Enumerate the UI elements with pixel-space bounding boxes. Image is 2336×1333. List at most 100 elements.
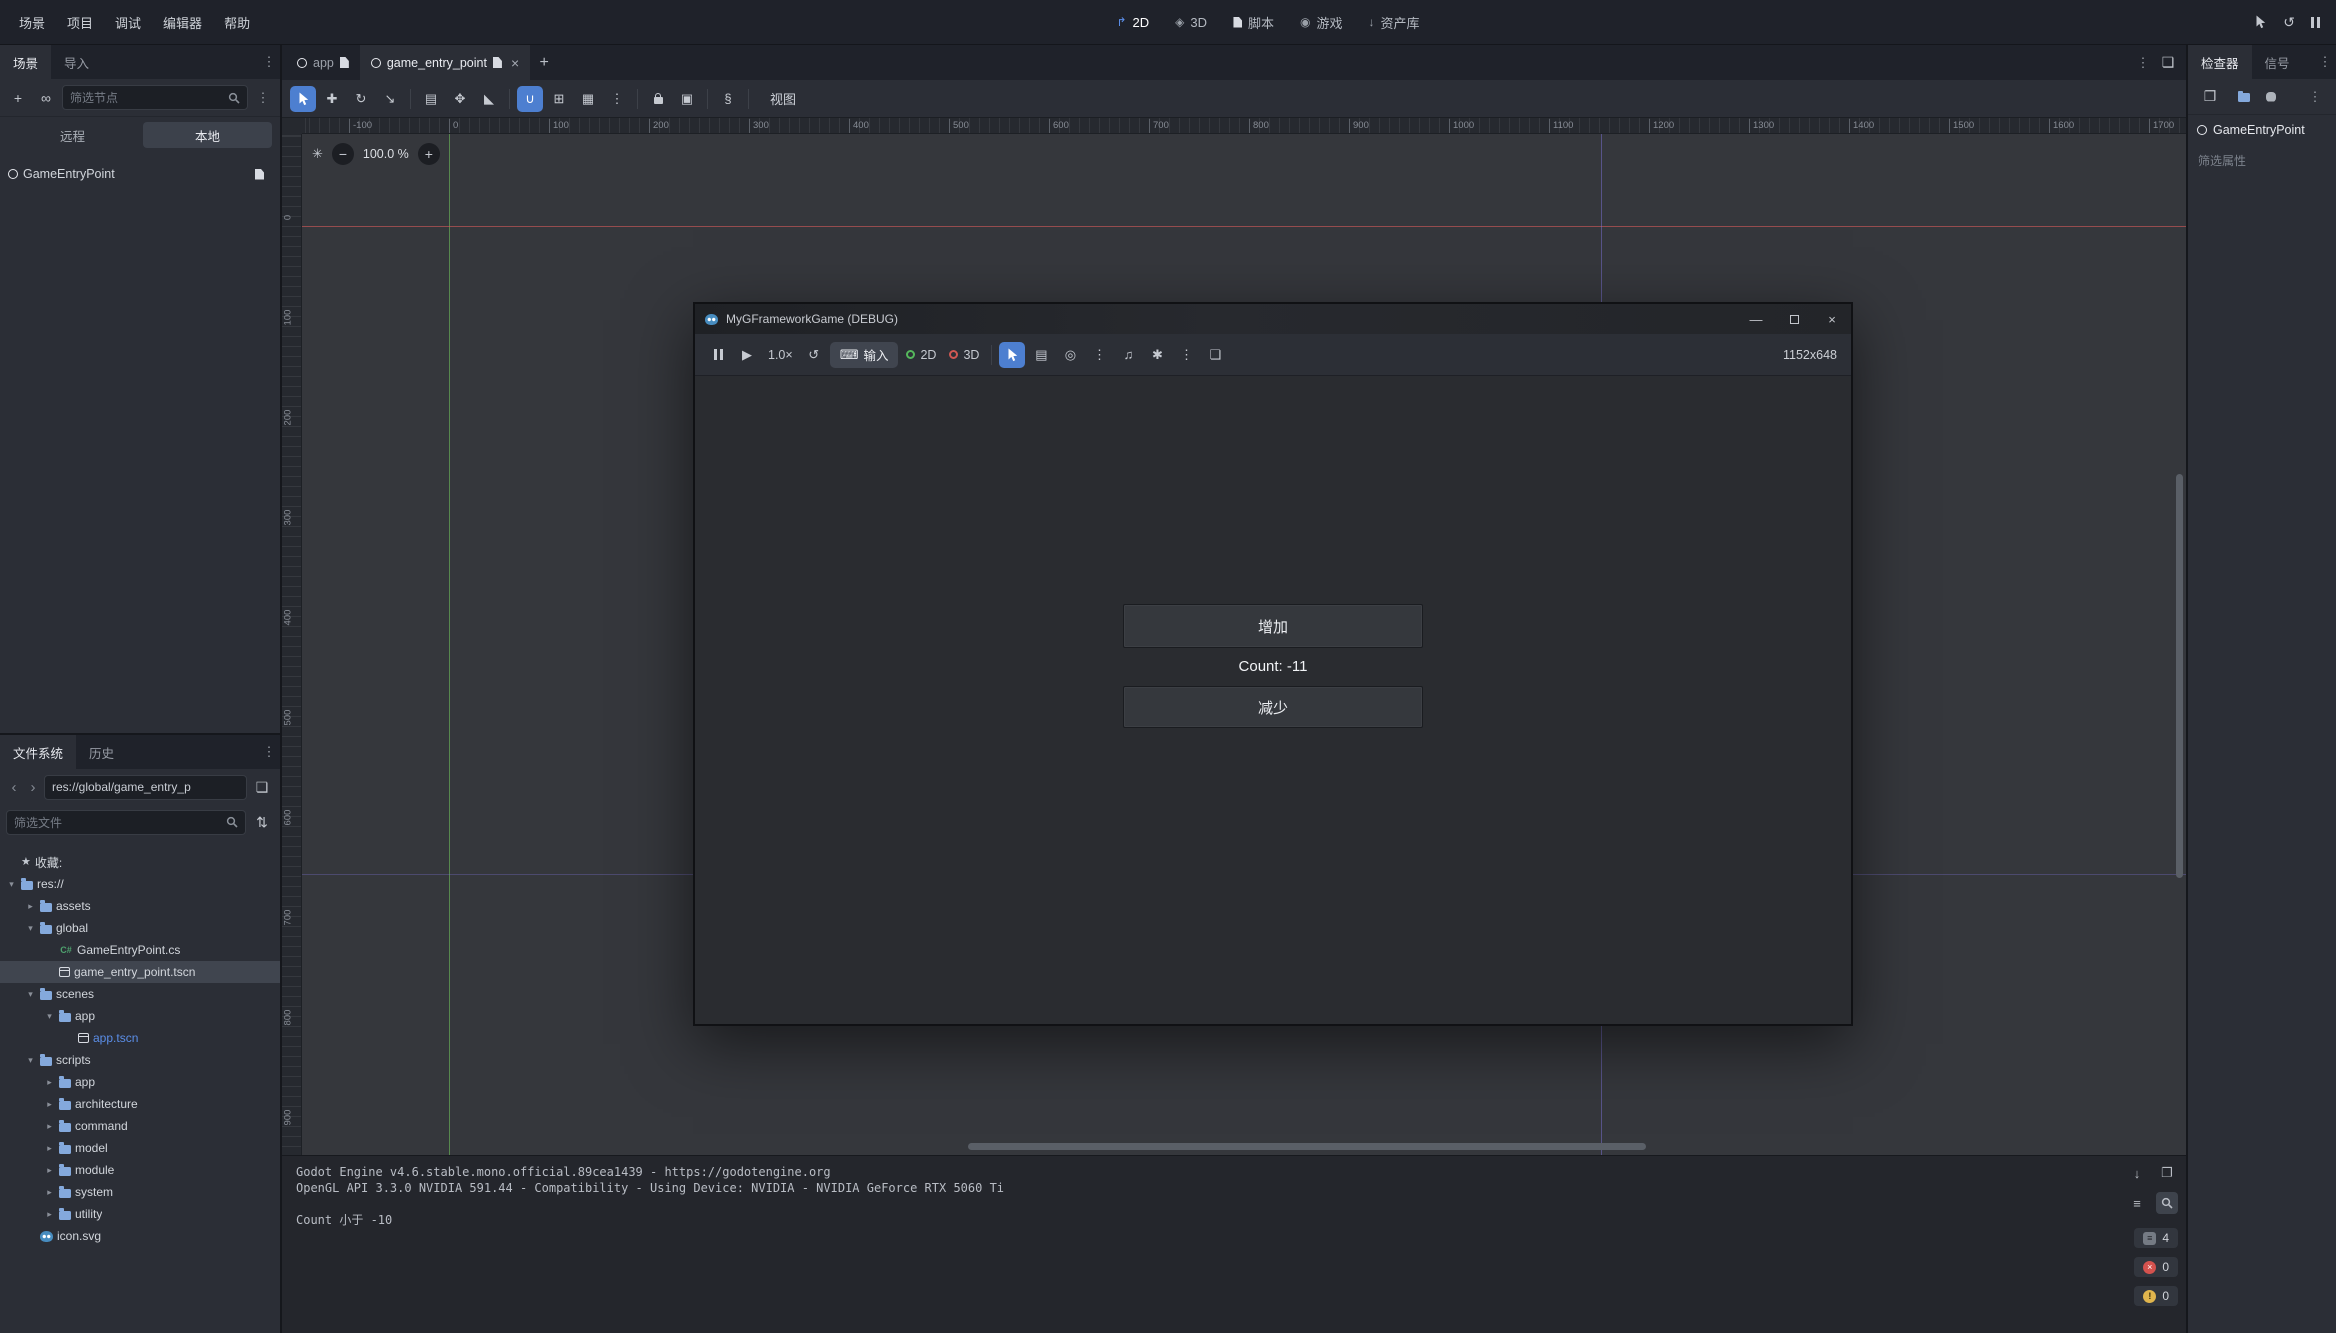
expand-icon[interactable]: ▸ <box>44 1077 55 1088</box>
file-item-assets[interactable]: ▸assets <box>0 895 280 917</box>
menu-项目[interactable]: 项目 <box>56 0 104 44</box>
vertical-scrollbar[interactable] <box>2176 474 2183 878</box>
collapse-icon[interactable]: ▾ <box>25 989 36 1000</box>
camera-menu-button[interactable]: ⋮ <box>1086 342 1112 368</box>
expand-icon[interactable]: ▸ <box>44 1121 55 1132</box>
attached-script-icon[interactable] <box>255 169 264 180</box>
zoom-in-button[interactable]: + <box>418 143 440 165</box>
camera-override-button[interactable]: ◎ <box>1057 342 1083 368</box>
file-item-command[interactable]: ▸command <box>0 1115 280 1137</box>
inspector-dock-menu-icon[interactable]: ⋮ <box>2314 45 2336 79</box>
view-menu-button[interactable]: 视图 <box>762 89 804 108</box>
filter-nodes-input[interactable]: 筛选节点 <box>62 85 248 110</box>
pan-tool[interactable]: ✥ <box>447 86 473 112</box>
skeleton-options-button[interactable]: § <box>715 86 741 112</box>
load-resource-icon[interactable] <box>2238 93 2250 102</box>
filesystem-tab-文件系统[interactable]: 文件系统 <box>0 735 76 769</box>
sort-files-icon[interactable]: ⇅ <box>250 810 274 834</box>
filesystem-tab-历史[interactable]: 历史 <box>76 735 127 769</box>
scale-tool[interactable]: ↘ <box>377 86 403 112</box>
expand-icon[interactable]: ▸ <box>44 1187 55 1198</box>
file-item-GameEntryPoint.cs[interactable]: C#GameEntryPoint.cs <box>0 939 280 961</box>
new-resource-icon[interactable]: ❐ <box>2198 85 2222 109</box>
history-back-icon[interactable]: ‹ <box>6 779 22 796</box>
list-select-button[interactable]: ▤ <box>1028 342 1054 368</box>
messages-badge[interactable]: ≡4 <box>2134 1228 2178 1248</box>
workspace-脚本[interactable]: 脚本 <box>1220 0 1287 44</box>
expand-icon[interactable]: ▸ <box>44 1099 55 1110</box>
local-button[interactable]: 本地 <box>143 122 272 148</box>
speed-label[interactable]: 1.0× <box>763 342 798 368</box>
move-tool[interactable]: ✚ <box>319 86 345 112</box>
zoom-out-button[interactable]: − <box>332 143 354 165</box>
split-view-icon[interactable]: ❏ <box>250 775 274 799</box>
file-item-收藏:[interactable]: ★收藏: <box>0 851 280 873</box>
expand-icon[interactable]: ▸ <box>44 1165 55 1176</box>
collapse-icon[interactable]: ▾ <box>44 1011 55 1022</box>
collapse-icon[interactable]: ▾ <box>6 879 17 890</box>
inspector-tab-信号[interactable]: 信号 <box>2252 45 2303 79</box>
file-item-app[interactable]: ▾app <box>0 1005 280 1027</box>
rotate-tool[interactable]: ↻ <box>348 86 374 112</box>
file-item-scenes[interactable]: ▾scenes <box>0 983 280 1005</box>
maximize-button[interactable] <box>1775 304 1813 334</box>
audio-mute-button[interactable]: ♫ <box>1115 342 1141 368</box>
instance-scene-button[interactable]: ∞ <box>34 86 58 110</box>
log-filter-icon[interactable]: ≡ <box>2126 1192 2148 1214</box>
list-select-tool[interactable]: ▤ <box>418 86 444 112</box>
input-toggle-button[interactable]: ⌨输入 <box>830 342 899 368</box>
collapse-icon[interactable]: ▾ <box>25 923 36 934</box>
new-scene-tab-button[interactable]: + <box>530 45 558 80</box>
file-item-utility[interactable]: ▸utility <box>0 1203 280 1225</box>
close-button[interactable]: × <box>1813 304 1851 334</box>
focus-origin-icon[interactable]: ✳ <box>312 146 323 162</box>
scene-tree-menu-icon[interactable]: ⋮ <box>252 90 274 106</box>
ruler-tool[interactable]: ◣ <box>476 86 502 112</box>
menu-编辑器[interactable]: 编辑器 <box>152 0 213 44</box>
menu-场景[interactable]: 场景 <box>8 0 56 44</box>
copy-log-icon[interactable]: ❐ <box>2156 1162 2178 1184</box>
workspace-2D[interactable]: ↱2D <box>1103 0 1162 44</box>
reset-speed-button[interactable]: ↺ <box>801 342 827 368</box>
game-select-mode-icon[interactable] <box>2254 15 2267 29</box>
filter-properties-input[interactable]: 筛选属性 <box>2188 145 2336 175</box>
file-item-global[interactable]: ▾global <box>0 917 280 939</box>
select-tool[interactable] <box>290 86 316 112</box>
inspector-extra-menu-icon[interactable]: ⋮ <box>2304 89 2326 105</box>
snap-config-button[interactable]: ▦ <box>575 86 601 112</box>
scene-tab-game_entry_point[interactable]: game_entry_point× <box>360 45 530 80</box>
game-window-titlebar[interactable]: MyGFrameworkGame (DEBUG) — × <box>695 304 1851 334</box>
menu-帮助[interactable]: 帮助 <box>213 0 261 44</box>
errors-badge[interactable]: ×0 <box>2134 1257 2178 1277</box>
scene-node-gameentrypoint[interactable]: GameEntryPoint <box>0 159 280 189</box>
close-tab-icon[interactable]: × <box>511 55 519 71</box>
expand-icon[interactable]: ▸ <box>44 1143 55 1154</box>
debug-button[interactable]: ✱ <box>1144 342 1170 368</box>
warnings-badge[interactable]: !0 <box>2134 1286 2178 1306</box>
horizontal-scrollbar[interactable] <box>968 1143 1646 1150</box>
next-frame-button[interactable]: ▶ <box>734 342 760 368</box>
mode-2d-button[interactable]: 2D <box>901 342 941 368</box>
path-input[interactable]: res://global/game_entry_p <box>44 775 247 800</box>
filesystem-menu-icon[interactable]: ⋮ <box>258 735 280 769</box>
fullscreen-button[interactable]: ❏ <box>1202 342 1228 368</box>
mode-3d-button[interactable]: 3D <box>944 342 984 368</box>
menu-调试[interactable]: 调试 <box>104 0 152 44</box>
scene-dock-tab-导入[interactable]: 导入 <box>51 45 102 79</box>
file-item-scripts[interactable]: ▾scripts <box>0 1049 280 1071</box>
zoom-reset-button[interactable]: 100.0 % <box>363 147 409 161</box>
file-item-model[interactable]: ▸model <box>0 1137 280 1159</box>
log-search-icon[interactable] <box>2156 1192 2178 1214</box>
group-selected-button[interactable]: ▣ <box>674 86 700 112</box>
file-item-app[interactable]: ▸app <box>0 1071 280 1093</box>
scene-dock-menu-icon[interactable]: ⋮ <box>258 45 280 79</box>
workspace-游戏[interactable]: ◉游戏 <box>1287 0 1356 44</box>
decrease-button[interactable]: 减少 <box>1123 686 1423 728</box>
collapse-icon[interactable]: ▾ <box>25 1055 36 1066</box>
select-mode-button[interactable] <box>999 342 1025 368</box>
smart-snap-toggle[interactable]: ∪ <box>517 86 543 112</box>
suspend-button[interactable] <box>705 342 731 368</box>
minimize-button[interactable]: — <box>1737 304 1775 334</box>
history-forward-icon[interactable]: › <box>25 779 41 796</box>
file-item-system[interactable]: ▸system <box>0 1181 280 1203</box>
